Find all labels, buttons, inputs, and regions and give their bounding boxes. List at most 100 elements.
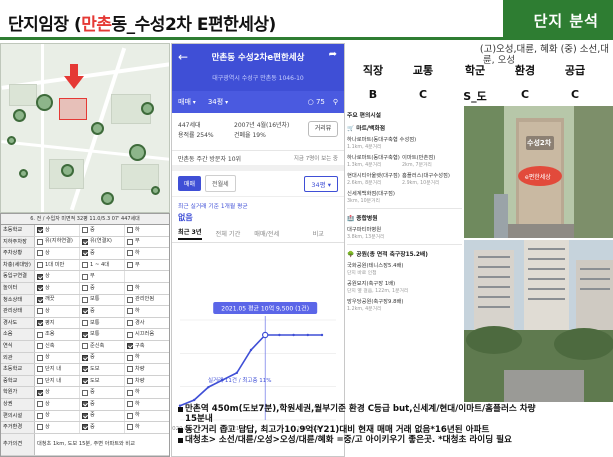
checkbox-icon[interactable] [82, 285, 88, 292]
checkbox-icon[interactable] [127, 227, 133, 234]
checkbox-checked-icon[interactable] [82, 378, 88, 385]
tab-recent-3y[interactable]: 최근 3년 [178, 227, 202, 240]
comments-button[interactable]: ○ 75 [308, 98, 325, 106]
checklist-option[interactable]: 조용 [35, 329, 80, 340]
checkbox-icon[interactable] [127, 308, 133, 315]
checklist-option[interactable]: 평지 [35, 317, 80, 329]
chart-point[interactable] [249, 348, 253, 352]
checkbox-icon[interactable] [127, 262, 133, 269]
size-selector[interactable]: 34평 ▾ [304, 175, 338, 192]
checkbox-checked-icon[interactable] [82, 401, 88, 408]
checkbox-icon[interactable] [127, 331, 133, 338]
facility-item[interactable]: 공원묘지(축구장 1배) 단지 옆 걸음, 122m, 1분거리 [347, 279, 462, 294]
chart-point[interactable] [235, 371, 238, 375]
checklist-option[interactable]: 차량 [125, 376, 169, 387]
checklist-option[interactable]: 상 [35, 352, 80, 364]
checkbox-icon[interactable] [127, 296, 133, 303]
checkbox-checked-icon[interactable] [37, 320, 43, 327]
school-marker[interactable] [61, 164, 74, 177]
checkbox-checked-icon[interactable] [127, 343, 133, 350]
facility-item[interactable]: 이마트(만촌점) 2km, 7분거리 [402, 153, 457, 168]
facility-item[interactable]: 망우당공원(축구장9.8배) 1.2km, 4분거리 [347, 297, 462, 312]
checkbox-icon[interactable] [127, 320, 133, 327]
facility-item[interactable]: 신세계백화점(대구점) 3km, 10분거리 [347, 189, 462, 204]
checkbox-icon[interactable] [82, 262, 88, 269]
checkbox-checked-icon[interactable] [37, 285, 43, 292]
facility-item[interactable]: 대구파티마병원 3.8km, 13분거리 [347, 225, 462, 240]
checklist-option[interactable]: 유(지하연결) [35, 236, 80, 248]
checklist-option[interactable]: 보통 [80, 317, 125, 329]
chart-highlight-point[interactable] [261, 331, 269, 339]
checkbox-checked-icon[interactable] [82, 424, 88, 431]
location-map[interactable] [0, 43, 170, 213]
checkbox-icon[interactable] [82, 227, 88, 234]
checkbox-icon[interactable] [127, 238, 133, 245]
share-icon[interactable]: ➦ [329, 49, 337, 60]
checklist-option[interactable]: 보통 [80, 329, 125, 340]
checkbox-icon[interactable] [37, 412, 43, 419]
checkbox-icon[interactable] [37, 331, 43, 338]
checklist-option[interactable]: 중 [80, 422, 125, 433]
checklist-option[interactable]: 단지 내 [35, 364, 80, 375]
memo-text[interactable]: 대청초 1km, 도보 15분, 주변 아파트와 비교 [35, 434, 169, 455]
checkbox-icon[interactable] [127, 389, 133, 396]
chart-point[interactable] [278, 333, 281, 337]
chart-point[interactable] [193, 398, 196, 402]
checkbox-icon[interactable] [37, 366, 43, 373]
checklist-option[interactable]: 중 [80, 387, 125, 398]
checklist-option[interactable]: 중 [80, 410, 125, 422]
checkbox-icon[interactable] [37, 308, 43, 315]
checkbox-icon[interactable] [37, 378, 43, 385]
checkbox-icon[interactable] [82, 296, 88, 303]
checkbox-icon[interactable] [127, 401, 133, 408]
chart-point[interactable] [306, 333, 309, 337]
facility-item[interactable]: 하나로마트(동대구축협 수성점) 1.1km, 4분거리 [347, 135, 462, 150]
checkbox-checked-icon[interactable] [82, 412, 88, 419]
chart-point[interactable] [320, 333, 324, 337]
checkbox-checked-icon[interactable] [37, 389, 43, 396]
facility-item[interactable]: 현대시티아울렛(대구점) 2.6km, 8분거리 [347, 171, 402, 186]
checklist-option[interactable]: 1 ~ 4대 [80, 259, 125, 271]
checkbox-icon[interactable] [127, 412, 133, 419]
school-marker[interactable] [7, 136, 16, 145]
checkbox-checked-icon[interactable] [82, 308, 88, 315]
checkbox-icon[interactable] [127, 366, 133, 373]
visitor-now-label[interactable]: 지금 7명이 보는 중 [294, 154, 338, 162]
facility-item[interactable]: 하나로마트(동대구축협) 1.3km, 4분거리 [347, 153, 402, 168]
school-marker[interactable] [13, 109, 26, 122]
checkbox-icon[interactable] [82, 343, 88, 350]
checklist-option[interactable] [125, 271, 169, 282]
checklist-option[interactable]: 하 [125, 399, 169, 410]
school-marker[interactable] [36, 94, 53, 111]
tab-rent[interactable]: 전월세 [205, 175, 236, 192]
checkbox-icon[interactable] [37, 250, 43, 257]
school-marker[interactable] [101, 192, 114, 205]
school-marker[interactable] [129, 144, 146, 161]
checklist-option[interactable]: 하 [125, 283, 169, 294]
checklist-option[interactable]: 하 [125, 422, 169, 433]
checkbox-icon[interactable] [127, 250, 133, 257]
school-marker[interactable] [141, 102, 154, 115]
facility-item[interactable]: 국화공원(테니스장5.4배) 단지 바로 인접 [347, 261, 462, 276]
checklist-option[interactable]: 상 [35, 422, 80, 433]
checkbox-icon[interactable] [127, 378, 133, 385]
checklist-option[interactable]: 준신축 [80, 340, 125, 352]
checkbox-icon[interactable] [127, 285, 133, 292]
checklist-option[interactable]: 하 [125, 387, 169, 398]
school-marker[interactable] [151, 186, 160, 195]
checkbox-checked-icon[interactable] [82, 331, 88, 338]
checkbox-checked-icon[interactable] [37, 273, 43, 280]
tab-sale-jeonse[interactable]: 매매/전세 [254, 229, 279, 238]
checkbox-icon[interactable] [37, 262, 43, 269]
checklist-option[interactable]: 구축 [125, 341, 169, 352]
size-select[interactable]: 34평 [208, 97, 228, 107]
checkbox-checked-icon[interactable] [82, 250, 88, 257]
checklist-option[interactable]: 중 [80, 248, 125, 259]
checkbox-icon[interactable] [37, 424, 43, 431]
checkbox-icon[interactable] [37, 238, 43, 245]
checklist-option[interactable]: 무 [80, 271, 125, 282]
checklist-option[interactable]: 상 [35, 248, 80, 259]
checklist-option[interactable]: 중 [80, 352, 125, 364]
bookmark-icon[interactable]: ⚲ [333, 98, 338, 106]
checkbox-checked-icon[interactable] [37, 296, 43, 303]
